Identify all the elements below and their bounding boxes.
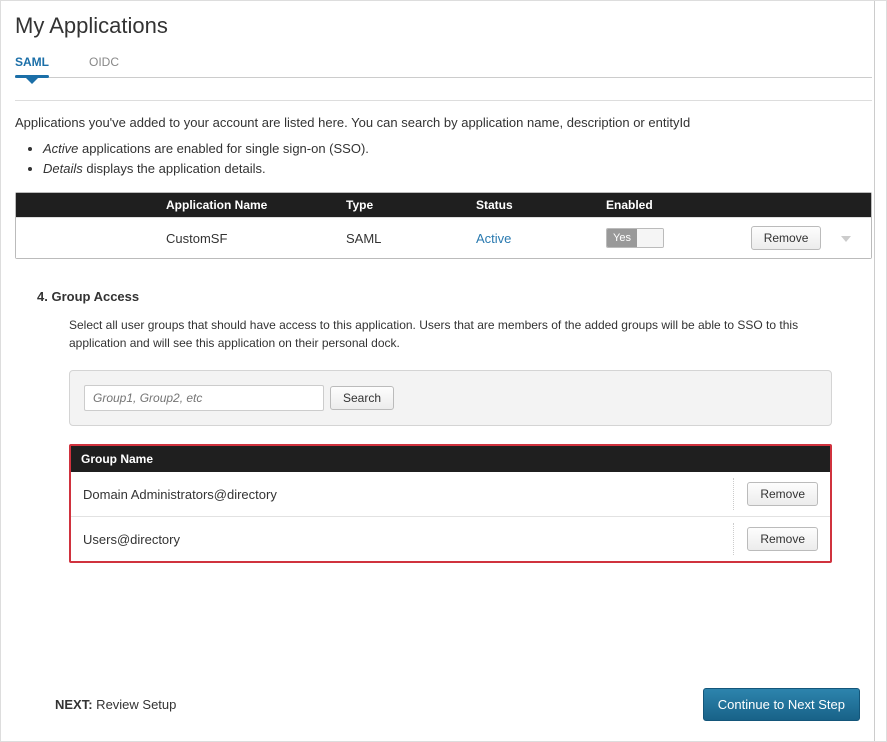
section-title: 4. Group Access (37, 289, 872, 304)
intro-bullets: Active applications are enabled for sing… (43, 140, 872, 180)
app-status-cell[interactable]: Active (476, 231, 606, 246)
remove-app-button[interactable]: Remove (751, 226, 822, 250)
chevron-down-icon[interactable] (839, 234, 853, 244)
applications-table: Application Name Type Status Enabled Cus… (15, 192, 872, 259)
group-table-header: Group Name (71, 446, 830, 472)
app-name-cell: CustomSF (16, 231, 346, 246)
bullet-active: Active applications are enabled for sing… (43, 140, 872, 158)
group-search-input[interactable] (84, 385, 324, 411)
section-description: Select all user groups that should have … (69, 316, 832, 352)
group-name: Domain Administrators@directory (83, 487, 277, 502)
remove-group-button[interactable]: Remove (747, 482, 818, 506)
app-actions-cell: Remove (736, 226, 871, 250)
col-header-status: Status (476, 198, 606, 212)
bullet-em: Details (43, 161, 83, 176)
bullet-text: displays the application details. (83, 161, 266, 176)
next-text: Review Setup (93, 697, 177, 712)
bullet-details: Details displays the application details… (43, 160, 872, 178)
remove-group-button[interactable]: Remove (747, 527, 818, 551)
tab-oidc[interactable]: OIDC (89, 49, 119, 77)
footer: NEXT: Review Setup Continue to Next Step (15, 688, 872, 727)
col-header-type: Type (346, 198, 476, 212)
group-table: Group Name Domain Administrators@directo… (69, 444, 832, 563)
app-enabled-cell: Yes (606, 228, 736, 248)
row-divider (733, 523, 734, 555)
continue-button[interactable]: Continue to Next Step (703, 688, 860, 721)
group-row: Domain Administrators@directory Remove (71, 472, 830, 516)
tab-saml[interactable]: SAML (15, 49, 49, 77)
bullet-em: Active (43, 141, 78, 156)
group-name: Users@directory (83, 532, 180, 547)
bullet-text: applications are enabled for single sign… (78, 141, 369, 156)
toggle-knob (637, 229, 663, 247)
col-header-actions (736, 198, 871, 212)
group-search-panel: Search (69, 370, 832, 426)
applications-table-header: Application Name Type Status Enabled (16, 193, 871, 217)
group-row: Users@directory Remove (71, 516, 830, 561)
col-header-name: Application Name (16, 198, 346, 212)
toggle-yes-label: Yes (607, 229, 637, 247)
right-gutter (874, 1, 886, 741)
application-row: CustomSF SAML Active Yes Remove (16, 217, 871, 258)
app-type-cell: SAML (346, 231, 476, 246)
next-prefix: NEXT: (55, 697, 93, 712)
tabs: SAML OIDC (15, 49, 872, 78)
divider (15, 100, 872, 101)
search-button[interactable]: Search (330, 386, 394, 410)
intro-text: Applications you've added to your accoun… (15, 115, 872, 130)
row-divider (733, 478, 734, 510)
next-step-label: NEXT: Review Setup (55, 697, 176, 712)
col-header-enabled: Enabled (606, 198, 736, 212)
page-title: My Applications (15, 13, 872, 39)
enabled-toggle[interactable]: Yes (606, 228, 664, 248)
group-access-section: 4. Group Access Select all user groups t… (15, 289, 872, 727)
